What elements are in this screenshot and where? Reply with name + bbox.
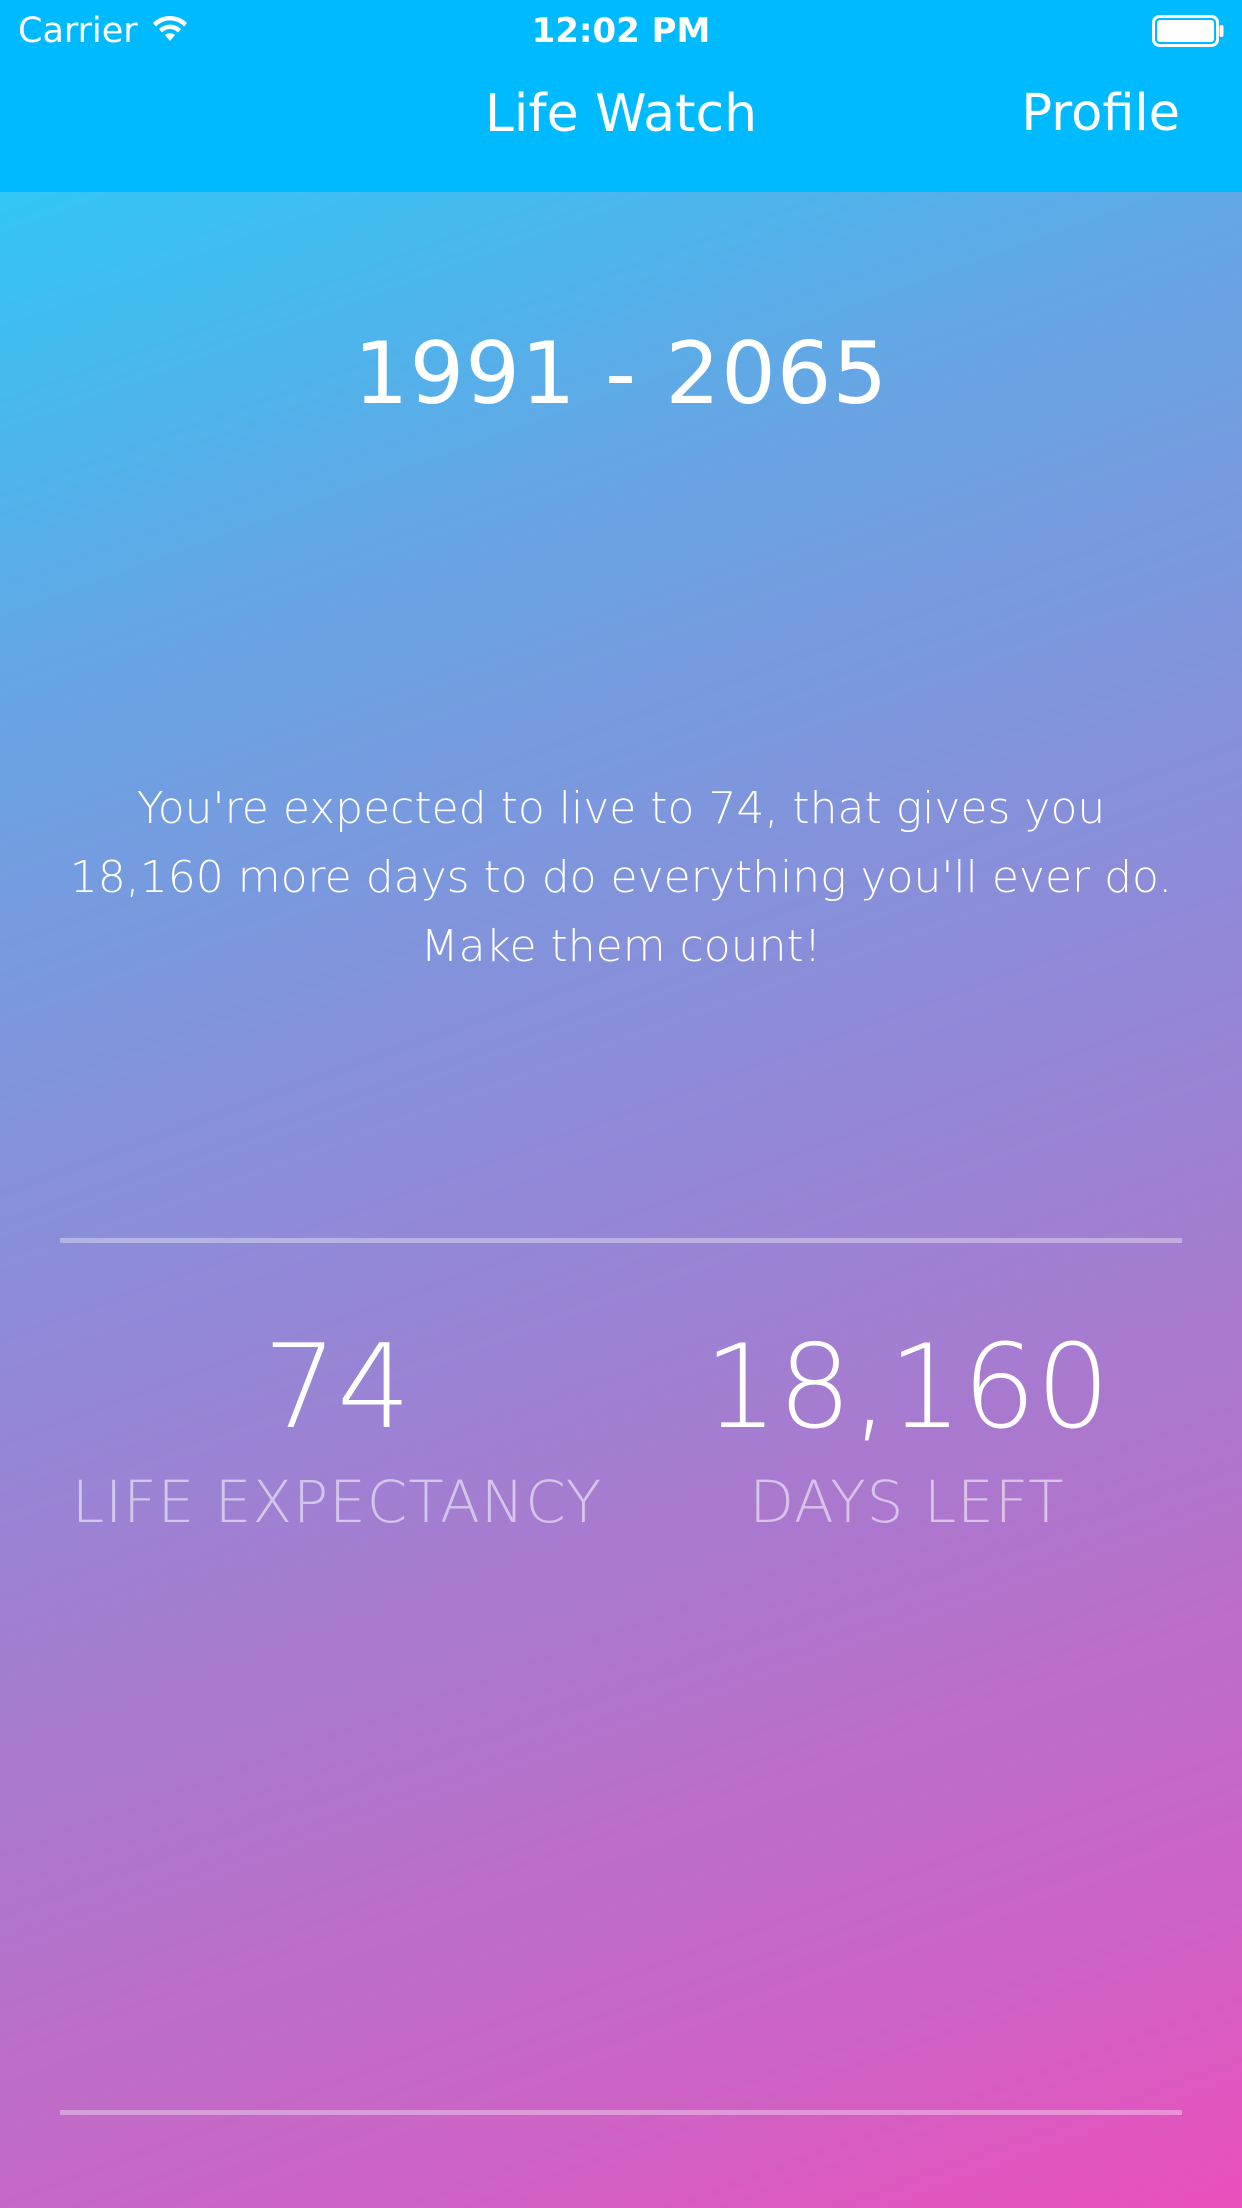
status-time: 12:02 PM bbox=[531, 11, 711, 51]
message-line: Make them count! bbox=[420, 921, 822, 972]
message-line: 18,160 more days to do everything you'll… bbox=[69, 852, 1173, 903]
days-left-label: DAYS LEFT bbox=[749, 1468, 1065, 1536]
days-left-stat: 18,160 DAYS LEFT bbox=[620, 1318, 1194, 1540]
life-expectancy-label: LIFE EXPECTANCY bbox=[71, 1468, 603, 1536]
divider bbox=[60, 1238, 1182, 1243]
nav-bar: Life Watch Profile bbox=[0, 62, 1242, 192]
days-left-value: 18,160 bbox=[704, 1320, 1110, 1455]
year-range: 1991 - 2065 bbox=[353, 324, 889, 424]
profile-button[interactable]: Profile bbox=[1021, 84, 1180, 144]
life-watch-screen: Carrier 12:02 PM Life Watch Profile 1991… bbox=[0, 0, 1242, 2208]
life-message: You're expected to live to 74, that give… bbox=[40, 774, 1202, 981]
status-bar: Carrier 12:02 PM bbox=[0, 0, 1242, 62]
life-expectancy-value: 74 bbox=[263, 1320, 411, 1455]
main-content: 1991 - 2065 You're expected to live to 7… bbox=[0, 192, 1242, 2208]
battery-full-icon bbox=[1152, 15, 1224, 47]
life-expectancy-stat: 74 LIFE EXPECTANCY bbox=[40, 1318, 634, 1540]
message-line: You're expected to live to 74, that give… bbox=[136, 783, 1106, 834]
divider bbox=[60, 2110, 1182, 2115]
